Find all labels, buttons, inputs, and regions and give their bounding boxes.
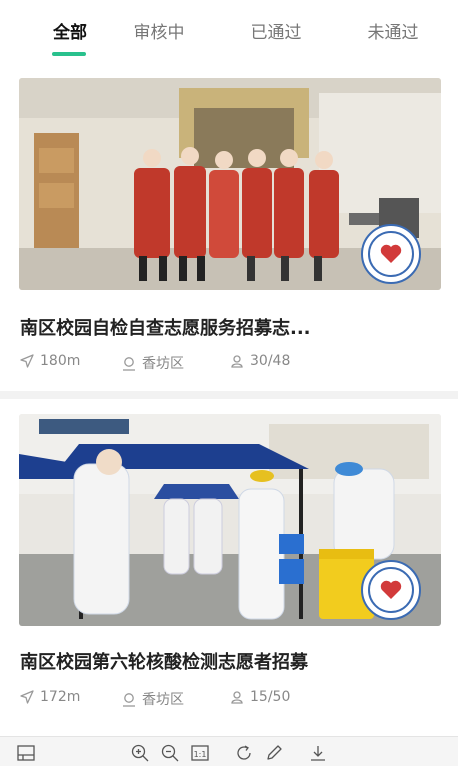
distance-meta: 172m	[20, 689, 80, 705]
actual-size-icon[interactable]: 1:1	[190, 743, 210, 763]
user-icon	[231, 691, 243, 704]
participants-text: 15/50	[250, 689, 291, 705]
edit-icon[interactable]	[264, 743, 284, 763]
zoom-out-icon[interactable]	[160, 743, 180, 763]
participants-meta: 15/50	[230, 689, 290, 705]
location-text: 香坊区	[142, 356, 184, 372]
tab-all[interactable]: 全部	[30, 18, 110, 43]
activity-photo	[19, 414, 441, 626]
activity-card[interactable]: 南区校园自检自查志愿服务招募志... 180m 香坊区 30/48	[0, 68, 458, 391]
actual-size-label: 1:1	[194, 750, 207, 759]
activity-photo	[19, 78, 441, 290]
zoom-in-icon[interactable]	[130, 743, 150, 763]
activity-title: 南区校园第六轮核酸检测志愿者招募	[20, 652, 308, 673]
distance-text: 180m	[40, 353, 81, 369]
active-tab-indicator	[52, 52, 86, 56]
map-pin-icon	[123, 356, 135, 371]
participants-text: 30/48	[250, 353, 291, 369]
university-logo	[361, 224, 421, 284]
tab-approved[interactable]: 已通过	[236, 18, 316, 43]
activity-title: 南区校园自检自查志愿服务招募志...	[20, 318, 311, 339]
rotate-icon[interactable]	[234, 743, 254, 763]
viewer-toolbar: 1:1	[0, 736, 458, 766]
location-text: 香坊区	[142, 692, 184, 708]
tab-rejected[interactable]: 未通过	[353, 18, 433, 43]
distance-meta: 180m	[20, 353, 80, 369]
distance-text: 172m	[40, 689, 81, 705]
university-logo	[361, 560, 421, 620]
layout-icon[interactable]	[16, 743, 36, 763]
map-pin-icon	[123, 692, 135, 707]
location-arrow-icon	[20, 690, 34, 704]
tab-reviewing[interactable]: 审核中	[119, 18, 199, 43]
location-meta: 香坊区	[122, 353, 184, 373]
filter-tabs: 全部 审核中 已通过 未通过	[0, 0, 458, 68]
location-meta: 香坊区	[122, 689, 184, 709]
participants-meta: 30/48	[230, 353, 290, 369]
download-icon[interactable]	[308, 743, 328, 763]
user-icon	[231, 355, 243, 368]
activity-card[interactable]: 南区校园第六轮核酸检测志愿者招募 172m 香坊区 15/50	[0, 399, 458, 734]
card-divider	[0, 391, 458, 399]
location-arrow-icon	[20, 354, 34, 368]
